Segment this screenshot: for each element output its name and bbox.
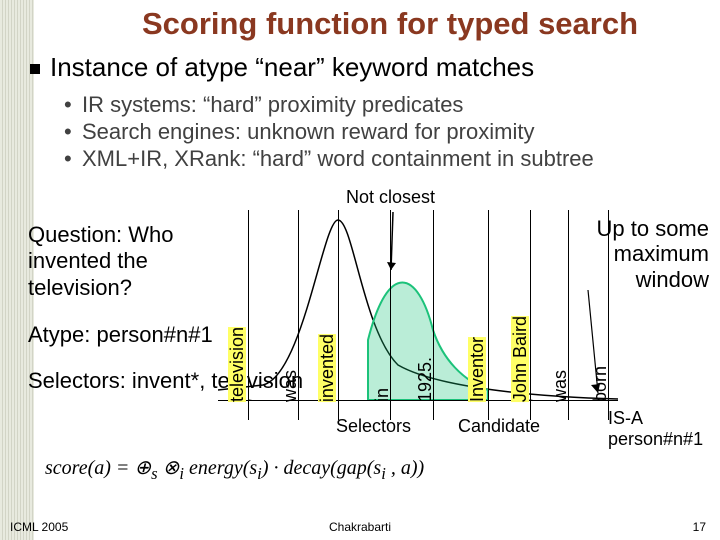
word-born: born [591,366,609,402]
sub-bullet: Search engines: unknown reward for proxi… [64,119,594,146]
not-closest-label: Not closest [346,187,435,208]
word-was: was [281,370,299,402]
word-was-2: was [551,370,569,402]
word-bar [530,210,531,420]
sub-bullet: IR systems: “hard” proximity predicates [64,92,594,119]
atype-text: Atype: person#n#1 [28,322,213,348]
word-1925: 1925. [416,357,434,402]
sub-bullets: IR systems: “hard” proximity predicates … [64,92,594,172]
sub-bullet: XML+IR, XRank: “hard” word containment i… [64,146,594,173]
word-in: in [373,388,391,402]
candidate-caption: Candidate [458,416,540,437]
isa-label: IS-A person#n#1 [608,408,720,449]
footer-page-number: 17 [693,520,706,534]
proximity-diagram: television was invented in 1925. Invento… [218,210,618,420]
formula-text: score(a) = ⊕s ⊗i energy(si) · decay(gap(… [45,457,424,479]
selectors-caption: Selectors [336,416,411,437]
score-formula: score(a) = ⊕s ⊗i energy(si) · decay(gap(… [45,455,424,484]
footer-author: Chakrabarti [0,520,720,534]
word-bar [338,210,339,420]
word-john-baird: John Baird [511,316,529,402]
question-text: Question: Who invented the television? [28,222,228,301]
word-bar [248,210,249,420]
word-television: television [228,327,246,402]
word-inventor: Inventor [468,337,486,402]
main-bullet-text: Instance of atype “near” keyword matches [50,52,534,82]
word-invented: invented [318,334,336,402]
main-bullet: Instance of atype “near” keyword matches [30,52,534,83]
slide-title: Scoring function for typed search [80,6,700,42]
bullet-icon [30,64,40,74]
word-bar [488,210,489,420]
